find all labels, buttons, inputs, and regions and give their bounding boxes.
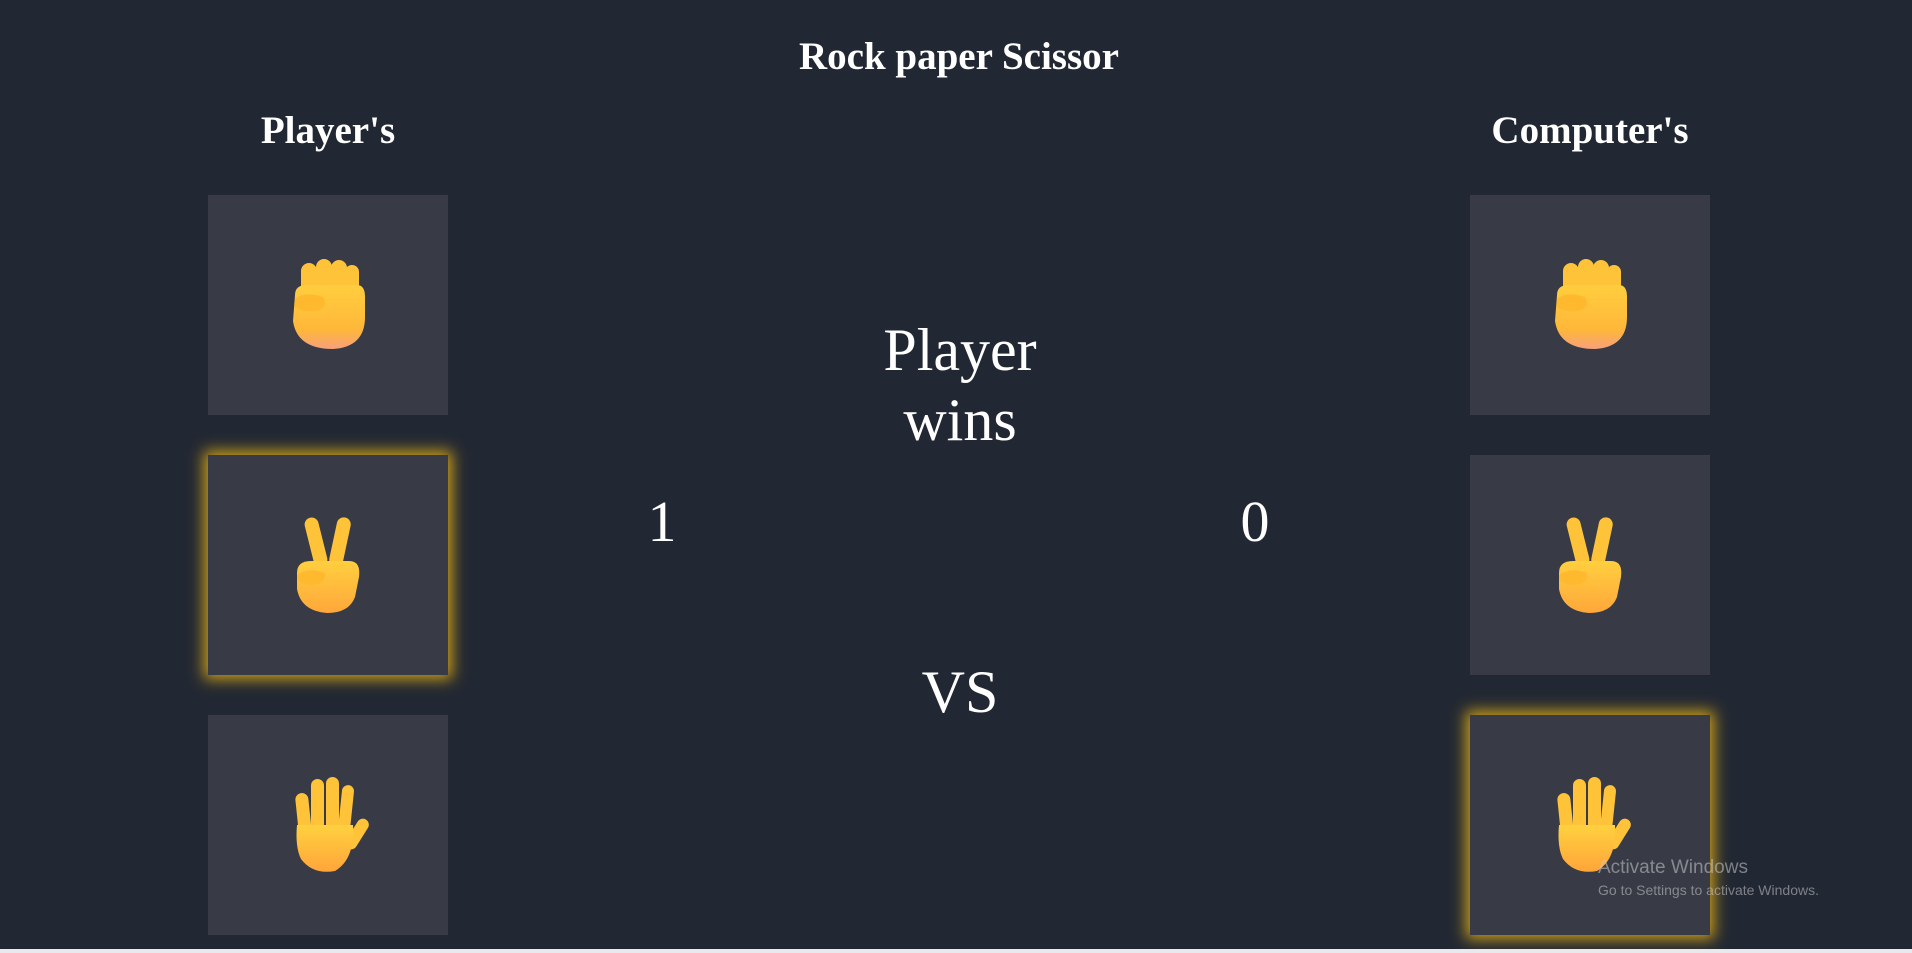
result-line-1: Player <box>883 317 1037 383</box>
player-label: Player's <box>260 109 396 152</box>
computer-scissor-card <box>1470 455 1710 675</box>
activate-windows-watermark: Activate Windows Go to Settings to activ… <box>1598 856 1819 900</box>
result-line-2: wins <box>903 387 1017 453</box>
computer-paper-card <box>1470 715 1710 935</box>
page-title: Rock paper Scissor <box>799 35 1119 78</box>
player-rock-button[interactable] <box>208 195 448 415</box>
player-scissor-button[interactable] <box>208 455 448 675</box>
bottom-edge-bar <box>0 949 1912 953</box>
watermark-subtitle: Go to Settings to activate Windows. <box>1598 882 1819 898</box>
game-page: Rock paper Scissor Player's Computer's P… <box>0 0 1912 953</box>
computer-label: Computer's <box>1491 109 1689 152</box>
vs-label: VS <box>921 659 999 725</box>
fist-icon <box>283 255 373 355</box>
computer-score: 0 <box>1240 489 1270 554</box>
result-message: Player wins <box>810 315 1110 455</box>
victory-hand-icon <box>1545 515 1635 615</box>
computer-rock-card <box>1470 195 1710 415</box>
fist-icon <box>1545 255 1635 355</box>
player-score: 1 <box>647 489 677 554</box>
raised-hand-icon <box>283 775 373 875</box>
victory-hand-icon <box>283 515 373 615</box>
player-paper-button[interactable] <box>208 715 448 935</box>
watermark-title: Activate Windows <box>1598 857 1748 878</box>
